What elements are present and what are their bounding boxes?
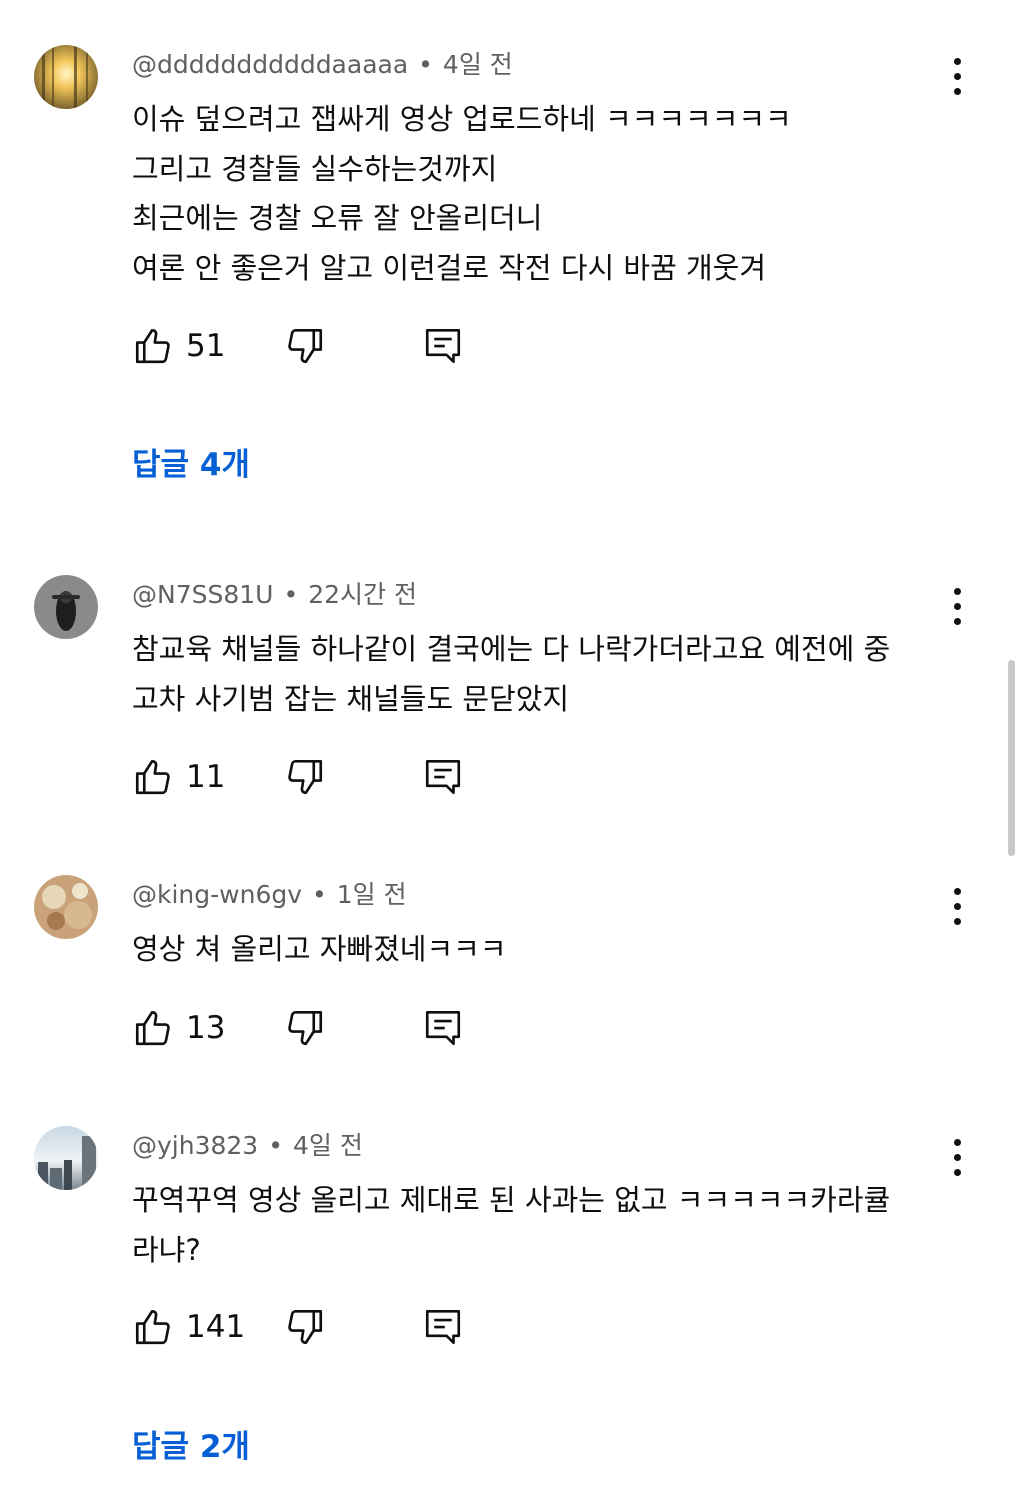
like-count: 51 [186, 328, 226, 364]
comment-line: 라냐? [132, 1232, 201, 1267]
comment-time[interactable]: 4일 전 [443, 50, 513, 79]
comment-line: 그리고 경찰들 실수하는것까지 [132, 151, 498, 186]
comment-author[interactable]: @N7SS81U [132, 580, 273, 609]
comment-author[interactable]: @king-wn6gv [132, 880, 302, 909]
like-count: 11 [186, 759, 226, 795]
comment-reply-icon[interactable] [422, 1007, 464, 1049]
comment-meta: @yjh3823 • 4일 전 [132, 1130, 363, 1162]
thumbs-up-icon[interactable] [132, 325, 174, 367]
comment-actions: 11 [132, 756, 472, 800]
comment-line: 꾸역꾸역 영상 올리고 제대로 된 사과는 없고 ㅋㅋㅋㅋㅋ카라큘 [132, 1183, 891, 1217]
avatar[interactable] [34, 1126, 98, 1190]
comment-time[interactable]: 22시간 전 [308, 580, 417, 609]
comment-text: 꾸역꾸역 영상 올리고 제대로 된 사과는 없고 ㅋㅋㅋㅋㅋ카라큘 라냐? [132, 1176, 952, 1275]
avatar[interactable] [34, 875, 98, 939]
meta-separator: • [268, 1131, 283, 1160]
comment-line: 고차 사기범 잡는 채널들도 문닫았지 [132, 681, 570, 716]
meta-separator: • [418, 50, 433, 79]
comment-actions: 51 [132, 325, 472, 369]
comment-meta: @N7SS81U • 22시간 전 [132, 579, 417, 611]
comment-text: 참교육 채널들 하나같이 결국에는 다 나락가더라고요 예전에 중 고차 사기범… [132, 625, 952, 724]
meta-separator: • [312, 880, 327, 909]
thumbs-up-icon[interactable] [132, 1007, 174, 1049]
comment-reply-icon[interactable] [422, 756, 464, 798]
comment-author[interactable]: @yjh3823 [132, 1131, 258, 1160]
thumbs-down-icon[interactable] [284, 325, 326, 367]
more-vertical-icon[interactable] [946, 55, 970, 99]
thumbs-up-icon[interactable] [132, 756, 174, 798]
comment-line: 여론 안 좋은거 알고 이런걸로 작전 다시 바꿈 개웃겨 [132, 250, 767, 285]
comment-actions: 13 [132, 1007, 472, 1051]
comment-time[interactable]: 4일 전 [293, 1131, 363, 1160]
avatar[interactable] [34, 575, 98, 639]
meta-separator: • [283, 580, 299, 609]
comment-text: 이슈 덮으려고 잽싸게 영상 업로드하네 ㅋㅋㅋㅋㅋㅋㅋ 그리고 경찰들 실수하… [132, 95, 952, 293]
comment-author[interactable]: @dddddddddddaaaaa [132, 50, 408, 79]
view-replies-button[interactable]: 답글 2개 [132, 1421, 250, 1466]
comment-text: 영상 쳐 올리고 자빠졌네ㅋㅋㅋ [132, 925, 952, 975]
view-replies-button[interactable]: 답글 4개 [132, 439, 250, 484]
more-vertical-icon[interactable] [946, 885, 970, 929]
like-count: 13 [186, 1010, 226, 1046]
comment-actions: 141 [132, 1306, 472, 1350]
comment-line: 최근에는 경찰 오류 잘 안올리더니 [132, 201, 543, 235]
comment-line: 영상 쳐 올리고 자빠졌네ㅋㅋㅋ [132, 932, 507, 966]
comment-line: 참교육 채널들 하나같이 결국에는 다 나락가더라고요 예전에 중 [132, 632, 891, 666]
thumbs-down-icon[interactable] [284, 756, 326, 798]
comment-reply-icon[interactable] [422, 1306, 464, 1348]
more-vertical-icon[interactable] [946, 1136, 970, 1180]
comment-meta: @dddddddddddaaaaa • 4일 전 [132, 49, 513, 81]
thumbs-down-icon[interactable] [284, 1306, 326, 1348]
comment-meta: @king-wn6gv • 1일 전 [132, 879, 407, 911]
like-count: 141 [186, 1309, 246, 1345]
more-vertical-icon[interactable] [946, 585, 970, 629]
thumbs-up-icon[interactable] [132, 1306, 174, 1348]
thumbs-down-icon[interactable] [284, 1007, 326, 1049]
scrollbar-thumb[interactable] [1008, 660, 1015, 856]
comment-line: 이슈 덮으려고 잽싸게 영상 업로드하네 ㅋㅋㅋㅋㅋㅋㅋ [132, 102, 792, 136]
comment-reply-icon[interactable] [422, 325, 464, 367]
avatar[interactable] [34, 45, 98, 109]
comment-time[interactable]: 1일 전 [337, 880, 407, 909]
